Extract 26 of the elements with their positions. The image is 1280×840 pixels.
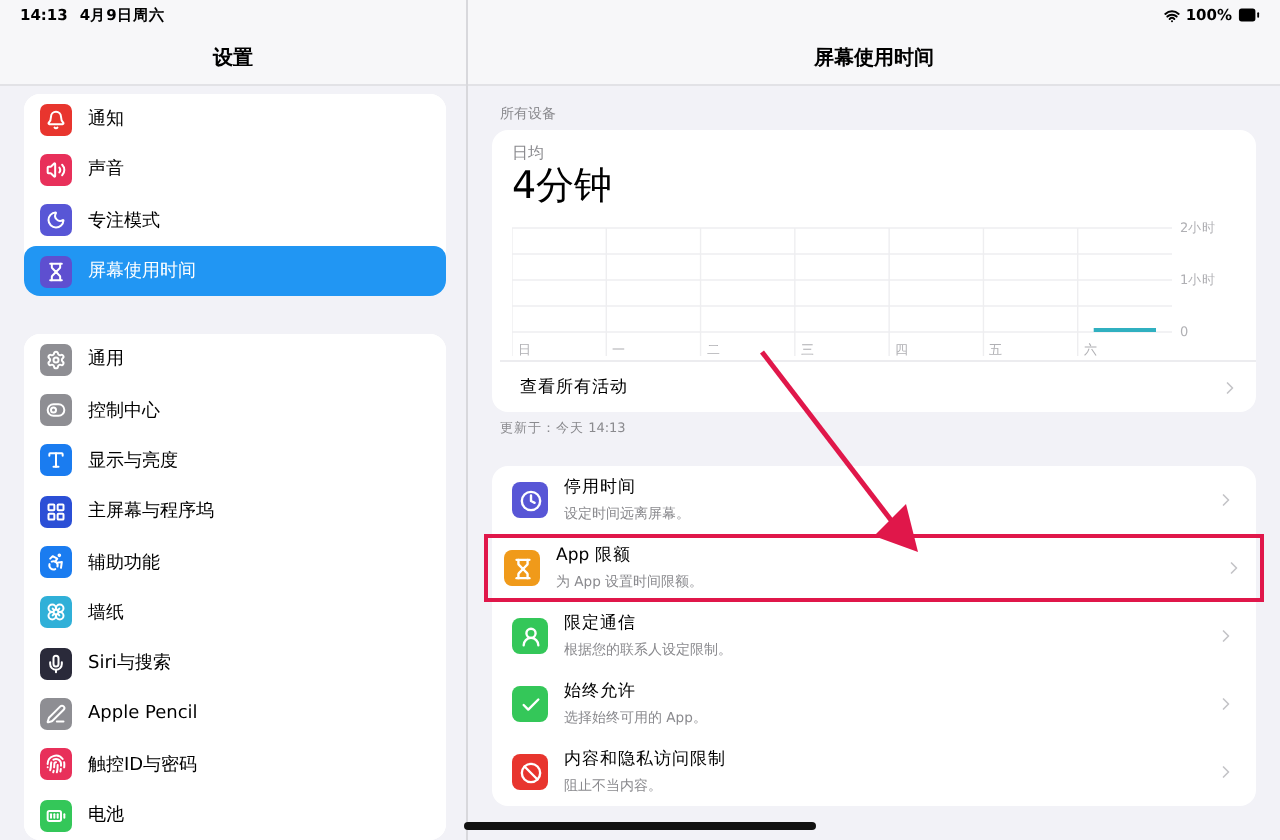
sidebar-label: 控制中心 <box>88 399 160 424</box>
sidebar-label: 专注模式 <box>88 209 160 234</box>
sidebar-label: 通用 <box>88 347 124 373</box>
option-title: 限定通信 <box>564 612 638 636</box>
wifi-icon <box>1163 7 1180 23</box>
option-title: 始终允许 <box>564 680 638 704</box>
sidebar-label: Siri与搜索 <box>88 651 171 677</box>
option-title: 停用时间 <box>564 476 638 500</box>
sidebar-title: 设置 <box>213 45 253 71</box>
sidebar-label: 主屏幕与程序坞 <box>88 499 214 525</box>
sidebar-label: 屏幕使用时间 <box>88 259 196 285</box>
sidebar-label: 显示与亮度 <box>88 449 178 474</box>
sidebar-label: 电池 <box>88 803 124 828</box>
average-label: 日均 <box>512 142 546 164</box>
page-title: 屏幕使用时间 <box>814 45 934 71</box>
sidebar-label: 辅助功能 <box>88 551 160 576</box>
option-title: App 限额 <box>556 544 633 568</box>
all-activity-link[interactable]: 查看所有活动 <box>500 360 1256 412</box>
sidebar-label: 墙纸 <box>88 601 124 626</box>
average-value: 4分钟 <box>512 164 615 208</box>
sidebar-label: 声音 <box>88 157 124 183</box>
sidebar-label: 通知 <box>88 107 124 133</box>
sidebar-label: 触控ID与密码 <box>88 753 198 778</box>
sidebar-label: Apple Pencil <box>88 703 198 724</box>
option-title: 内容和隐私访问限制 <box>564 748 728 772</box>
battery-icon <box>1238 4 1260 26</box>
